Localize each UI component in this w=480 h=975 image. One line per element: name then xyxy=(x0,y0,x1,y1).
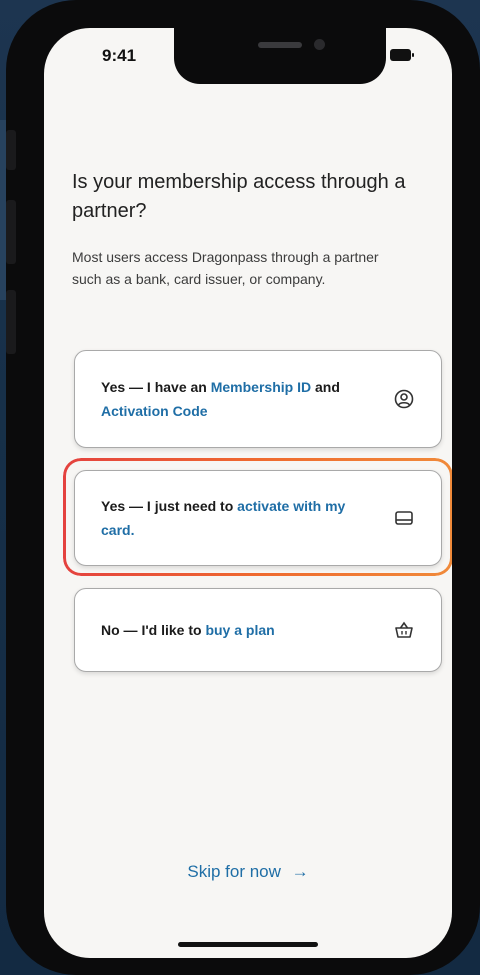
page-title: Is your membership access through a part… xyxy=(72,171,406,222)
page-subtitle: Most users access Dragonpass through a p… xyxy=(72,249,379,287)
phone-side-button xyxy=(6,290,16,354)
skip-button[interactable]: Skip for now → xyxy=(44,862,452,882)
status-time: 9:41 xyxy=(102,46,137,65)
option-text: and xyxy=(311,379,340,395)
battery-icon xyxy=(390,48,414,61)
home-indicator xyxy=(178,942,318,947)
option-label: Yes — I have an Membership ID and Activa… xyxy=(101,375,381,423)
option-buy-plan[interactable]: No — I'd like to buy a plan xyxy=(74,588,442,672)
phone-side-button xyxy=(6,130,16,170)
skip-label: Skip for now xyxy=(187,862,281,881)
phone-side-button xyxy=(6,200,16,264)
basket-icon xyxy=(395,621,413,638)
speaker xyxy=(258,42,302,48)
option-label: Yes — I just need to activate with my ca… xyxy=(101,494,381,542)
option-text: Yes — I just need to xyxy=(101,498,238,514)
option-membership-id[interactable]: Yes — I have an Membership ID and Activa… xyxy=(74,350,442,448)
user-circle-icon xyxy=(394,389,414,409)
option-text: Yes — I have an xyxy=(101,379,211,395)
notch xyxy=(174,28,386,84)
app-screen: 9:41 Is your membership access through a… xyxy=(44,28,452,958)
option-activate-card[interactable]: Yes — I just need to activate with my ca… xyxy=(74,470,442,566)
option-highlight: Membership ID xyxy=(210,379,312,395)
phone-frame: 9:41 Is your membership access through a… xyxy=(6,0,480,975)
arrow-right-icon: → xyxy=(291,862,309,881)
option-highlight: buy a plan xyxy=(205,622,275,638)
option-highlight: Activation Code xyxy=(101,403,208,419)
option-text: No — I'd like to xyxy=(101,622,206,638)
camera xyxy=(314,39,325,50)
option-label: No — I'd like to buy a plan xyxy=(101,618,381,642)
card-icon xyxy=(395,511,413,525)
